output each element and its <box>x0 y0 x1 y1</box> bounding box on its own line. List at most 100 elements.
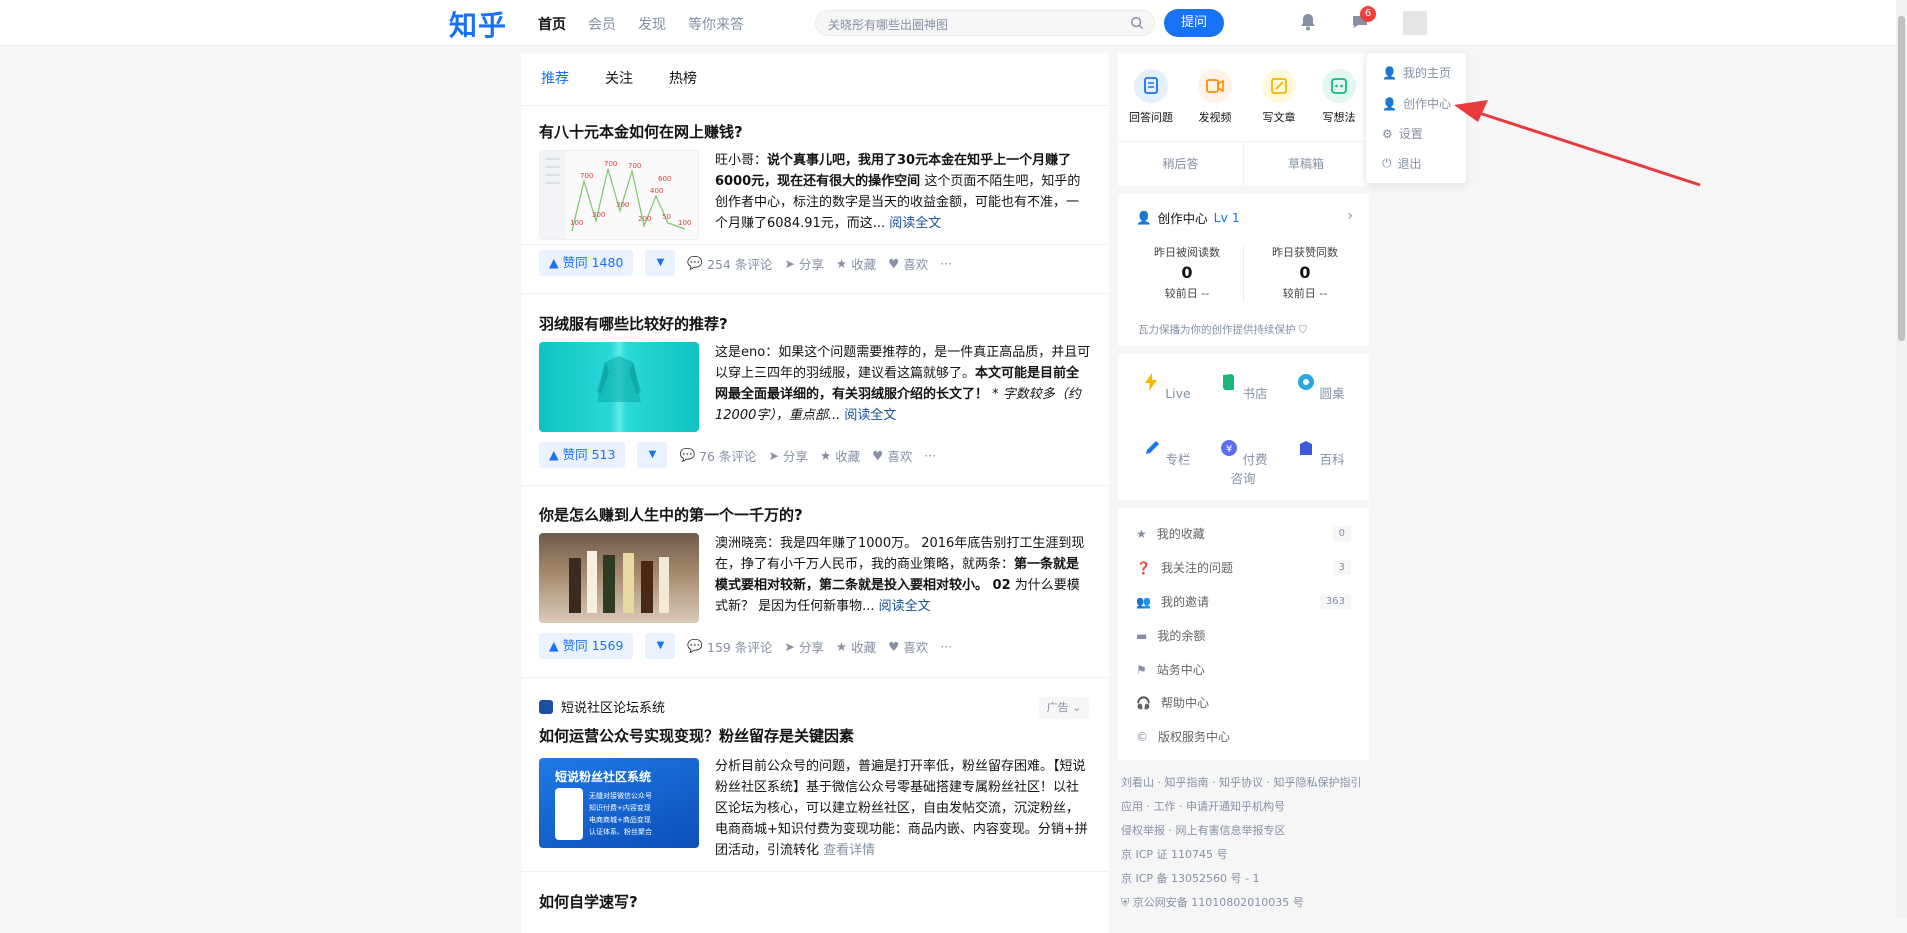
share-button[interactable]: ➤ 分享 <box>768 446 808 465</box>
question-icon: ❓ <box>1136 560 1151 575</box>
search-input[interactable]: 关晓彤有哪些出圈神图 <box>815 10 1155 36</box>
scrollbar-thumb[interactable] <box>1898 16 1905 341</box>
link-my-balance[interactable]: ▬ 我的余额 <box>1136 627 1351 644</box>
like-button[interactable]: ♥ 喜欢 <box>872 446 912 465</box>
creator-protection-note: 瓦力保播为你的创作提供持续保护 ⛉ <box>1138 322 1307 337</box>
upvote-button[interactable]: ▲ 赞同 1480 <box>539 250 634 276</box>
downvote-button[interactable]: ▼ <box>645 250 676 276</box>
answer-excerpt[interactable]: 旺小哥：说个真事儿吧，我用了30元本金在知乎上一个月赚了6000元，现在还有很大… <box>715 150 1091 236</box>
ad-source[interactable]: 短说社区论坛系统 <box>539 697 665 716</box>
ad-thumbnail[interactable]: 短说粉丝社区系统 无缝对接微信公众号 知识付费+内容变现 电商商城+商品变现 认… <box>539 758 699 848</box>
downvote-button[interactable]: ▼ <box>637 442 668 468</box>
answer-excerpt[interactable]: 这是eno：如果这个问题需要推荐的，是一件真正高品质，并且可以穿上三四年的羽绒服… <box>715 342 1091 428</box>
like-button[interactable]: ♥ 喜欢 <box>888 637 928 656</box>
ad-tag-button[interactable]: 广告 ⌄ <box>1039 697 1089 719</box>
tab-follow[interactable]: 关注 <box>605 68 633 88</box>
footer-police-record[interactable]: ⛨ 京公网安备 11010802010035 号 <box>1121 891 1371 915</box>
user-icon: 👤 <box>1382 65 1397 80</box>
service-bookstore[interactable]: 书店 <box>1213 372 1273 402</box>
post-video-button[interactable]: 发视频 <box>1190 69 1240 125</box>
downvote-button[interactable]: ▼ <box>645 633 676 659</box>
view-details-link[interactable]: 查看详情 <box>823 843 875 858</box>
share-button[interactable]: ➤ 分享 <box>784 254 824 273</box>
footer-links[interactable]: 刘看山 · 知乎指南 · 知乎协议 · 知乎隐私保护指引 <box>1121 771 1371 795</box>
footer-links[interactable]: 应用 · 工作 · 申请开通知乎机构号 <box>1121 795 1371 819</box>
drafts-button[interactable]: 草稿箱 <box>1243 141 1368 186</box>
question-title[interactable]: 你是怎么赚到人生中的第一个一千万的? <box>539 504 803 525</box>
zhihu-logo[interactable]: 知乎 <box>449 4 507 44</box>
wine-bottles-thumbnail[interactable] <box>539 533 699 623</box>
share-button[interactable]: ➤ 分享 <box>784 637 824 656</box>
upvote-button[interactable]: ▲ 赞同 1569 <box>539 633 634 659</box>
bell-icon[interactable] <box>1298 12 1318 32</box>
share-icon: ➤ <box>784 638 795 654</box>
link-my-invites[interactable]: 👥 我的邀请 363 <box>1136 593 1351 610</box>
ask-button[interactable]: 提问 <box>1164 9 1224 37</box>
personal-links-card: ★ 我的收藏 0 ❓ 我关注的问题 3 👥 我的邀请 363 ▬ 我的余额 ⚑ 站务中心 🎧 帮助… <box>1118 508 1369 760</box>
chart-label: 600 <box>658 175 671 183</box>
shield-icon: ⛉ <box>1298 324 1307 336</box>
link-my-favorites[interactable]: ★ 我的收藏 0 <box>1136 525 1351 542</box>
comment-button[interactable]: 💬 254 条评论 <box>687 254 772 273</box>
user-avatar[interactable] <box>1403 11 1427 35</box>
search-icon[interactable] <box>1130 16 1144 30</box>
tab-hot[interactable]: 热榜 <box>669 68 697 88</box>
tab-recommend[interactable]: 推荐 <box>541 68 569 88</box>
link-site-center[interactable]: ⚑ 站务中心 <box>1136 661 1351 678</box>
favorite-button[interactable]: ★ 收藏 <box>820 446 860 465</box>
favorite-button[interactable]: ★ 收藏 <box>836 637 876 656</box>
read-more-link[interactable]: 阅读全文 <box>844 408 896 423</box>
question-title[interactable]: 羽绒服有哪些比较好的推荐? <box>539 313 728 334</box>
answer-later-button[interactable]: 稍后答 <box>1118 141 1243 186</box>
gear-icon: ⚙ <box>1382 126 1393 141</box>
stat-value: 0 <box>1299 263 1311 282</box>
ad-title[interactable]: 如何运营公众号实现变现？粉丝留存是关键因素 <box>539 725 854 746</box>
link-help-center[interactable]: 🎧 帮助中心 <box>1136 694 1351 711</box>
write-article-button[interactable]: 写文章 <box>1254 69 1304 125</box>
nav-member[interactable]: 会员 <box>588 14 616 34</box>
more-options-button[interactable]: ··· <box>940 256 952 271</box>
menu-label: 设置 <box>1398 127 1423 141</box>
chevron-right-icon[interactable]: › <box>1347 208 1353 224</box>
link-followed-questions[interactable]: ❓ 我关注的问题 3 <box>1136 559 1351 576</box>
menu-logout[interactable]: ⏻ 退出 <box>1382 155 1422 172</box>
share-label: 分享 <box>798 256 824 272</box>
footer-icp-record[interactable]: 京 ICP 备 13052560 号 - 1 <box>1121 867 1371 891</box>
write-thought-button[interactable]: 写想法 <box>1314 69 1364 125</box>
answer-question-button[interactable]: 回答问题 <box>1126 69 1176 125</box>
chart-label: 700 <box>604 160 617 168</box>
favorite-button[interactable]: ★ 收藏 <box>836 254 876 273</box>
nav-home[interactable]: 首页 <box>538 14 566 34</box>
comment-button[interactable]: 💬 159 条评论 <box>687 637 772 656</box>
footer-icp-license[interactable]: 京 ICP 证 110745 号 <box>1121 843 1371 867</box>
down-jacket-thumbnail[interactable] <box>539 342 699 432</box>
footer-links[interactable]: 侵权举报 · 网上有害信息举报专区 <box>1121 819 1371 843</box>
service-roundtable[interactable]: 圆桌 <box>1290 372 1350 402</box>
like-button[interactable]: ♥ 喜欢 <box>888 254 928 273</box>
read-more-link[interactable]: 阅读全文 <box>879 599 931 614</box>
creator-center-link[interactable]: 👤 创作中心 Lv 1 <box>1136 208 1240 227</box>
upvote-button[interactable]: ▲ 赞同 513 <box>539 442 626 468</box>
service-column[interactable]: 专栏 <box>1136 438 1196 468</box>
earnings-chart-thumbnail[interactable]: 700 700 700 400 600 300 300 200 100 50 1… <box>539 150 699 240</box>
nav-waiting-answers[interactable]: 等你来答 <box>688 14 744 34</box>
menu-settings[interactable]: ⚙ 设置 <box>1382 125 1423 142</box>
share-label: 分享 <box>782 448 808 464</box>
service-encyclopedia[interactable]: 百科 <box>1290 438 1350 468</box>
ad-excerpt[interactable]: 分析目前公众号的问题，普遍是打开率低，粉丝留存困难。【短说粉丝社区系统】基于微信… <box>715 756 1091 862</box>
police-badge-icon: ⛨ <box>1121 896 1130 909</box>
service-paid-consult[interactable]: ¥ 付费咨询 <box>1213 438 1273 487</box>
link-copyright-center[interactable]: © 版权服务中心 <box>1136 728 1351 745</box>
star-icon: ★ <box>835 638 848 654</box>
comment-button[interactable]: 💬 76 条评论 <box>679 446 756 465</box>
nav-discover[interactable]: 发现 <box>638 14 666 34</box>
answer-excerpt[interactable]: 澳洲晓亮：我是四年赚了1000万。 2016年底告别打工生涯到现在，挣了有小千万… <box>715 533 1091 619</box>
read-more-link[interactable]: 阅读全文 <box>889 216 941 231</box>
flag-icon: ⚑ <box>1136 662 1147 677</box>
service-live[interactable]: Live <box>1136 372 1196 401</box>
question-title[interactable]: 如何自学速写? <box>539 891 638 912</box>
more-options-button[interactable]: ··· <box>924 448 936 463</box>
ad-source-icon <box>539 699 553 714</box>
question-title[interactable]: 有八十元本金如何在网上赚钱? <box>539 121 743 142</box>
more-options-button[interactable]: ··· <box>940 639 952 654</box>
